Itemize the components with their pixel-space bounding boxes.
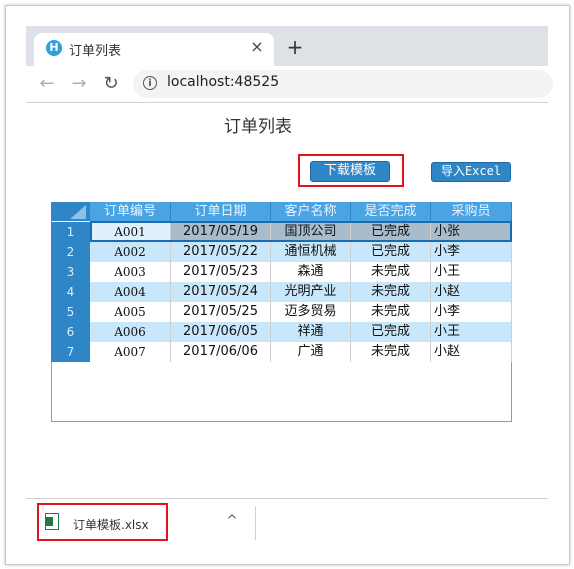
- column-header-order-id[interactable]: 订单编号: [90, 202, 171, 221]
- select-all-triangle-icon: [70, 205, 86, 219]
- cell-completion-status[interactable]: 未完成: [351, 342, 431, 362]
- cell-customer-name[interactable]: 迈多贸易: [271, 302, 351, 322]
- site-info-icon[interactable]: i: [143, 76, 157, 90]
- tab-title: 订单列表: [69, 44, 122, 59]
- cell-buyer[interactable]: 小李: [431, 242, 512, 262]
- selected-row-outline: [90, 221, 512, 242]
- close-tab-icon[interactable]: ×: [249, 37, 265, 57]
- column-header-completion-status[interactable]: 是否完成: [351, 202, 431, 221]
- cell-buyer[interactable]: 小赵: [431, 342, 512, 362]
- cell-order-date[interactable]: 2017/05/23: [171, 262, 271, 282]
- cell-buyer[interactable]: 小王: [431, 322, 512, 342]
- cell-order-id[interactable]: A004: [90, 282, 171, 302]
- download-shelf-divider: [26, 498, 548, 499]
- cell-completion-status[interactable]: 未完成: [351, 262, 431, 282]
- cell-customer-name[interactable]: 森通: [271, 262, 351, 282]
- row-number[interactable]: 1: [51, 222, 90, 242]
- column-header-buyer[interactable]: 采购员: [431, 202, 512, 221]
- download-template-button[interactable]: 下载模板: [310, 161, 390, 182]
- row-number[interactable]: 5: [51, 302, 90, 322]
- reload-icon[interactable]: ↻: [100, 73, 122, 95]
- cell-order-date[interactable]: 2017/06/06: [171, 342, 271, 362]
- chevron-up-icon[interactable]: ^: [224, 513, 240, 529]
- cell-customer-name[interactable]: 祥通: [271, 322, 351, 342]
- cell-customer-name[interactable]: 广通: [271, 342, 351, 362]
- site-favicon-icon: H: [46, 40, 62, 56]
- cell-completion-status[interactable]: 未完成: [351, 302, 431, 322]
- cell-completion-status[interactable]: 已完成: [351, 322, 431, 342]
- cell-completion-status[interactable]: 已完成: [351, 242, 431, 262]
- shelf-separator: [255, 506, 256, 540]
- cell-order-date[interactable]: 2017/05/25: [171, 302, 271, 322]
- back-arrow-icon[interactable]: ←: [36, 73, 58, 95]
- downloaded-file-name[interactable]: 订单模板.xlsx: [73, 516, 149, 533]
- new-tab-icon[interactable]: +: [285, 35, 305, 59]
- cell-order-date[interactable]: 2017/05/24: [171, 282, 271, 302]
- cell-order-date[interactable]: 2017/06/05: [171, 322, 271, 342]
- row-number[interactable]: 2: [51, 242, 90, 262]
- cell-order-id[interactable]: A005: [90, 302, 171, 322]
- row-number[interactable]: 4: [51, 282, 90, 302]
- column-header-order-date[interactable]: 订单日期: [171, 202, 271, 221]
- forward-arrow-icon[interactable]: →: [68, 73, 90, 95]
- excel-file-icon: [45, 513, 59, 530]
- row-number[interactable]: 6: [51, 322, 90, 342]
- cell-customer-name[interactable]: 光明产业: [271, 282, 351, 302]
- address-url[interactable]: localhost:48525: [167, 74, 279, 90]
- cell-buyer[interactable]: 小赵: [431, 282, 512, 302]
- cell-order-date[interactable]: 2017/05/22: [171, 242, 271, 262]
- cell-customer-name[interactable]: 通恒机械: [271, 242, 351, 262]
- cell-completion-status[interactable]: 未完成: [351, 282, 431, 302]
- cell-order-id[interactable]: A006: [90, 322, 171, 342]
- import-excel-button[interactable]: 导入Excel: [431, 162, 511, 182]
- row-number[interactable]: 3: [51, 262, 90, 282]
- cell-buyer[interactable]: 小李: [431, 302, 512, 322]
- page-title: 订单列表: [224, 117, 292, 137]
- row-number[interactable]: 7: [51, 342, 90, 362]
- cell-order-id[interactable]: A007: [90, 342, 171, 362]
- cell-order-id[interactable]: A002: [90, 242, 171, 262]
- cell-buyer[interactable]: 小王: [431, 262, 512, 282]
- column-header-customer-name[interactable]: 客户名称: [271, 202, 351, 221]
- cell-order-id[interactable]: A003: [90, 262, 171, 282]
